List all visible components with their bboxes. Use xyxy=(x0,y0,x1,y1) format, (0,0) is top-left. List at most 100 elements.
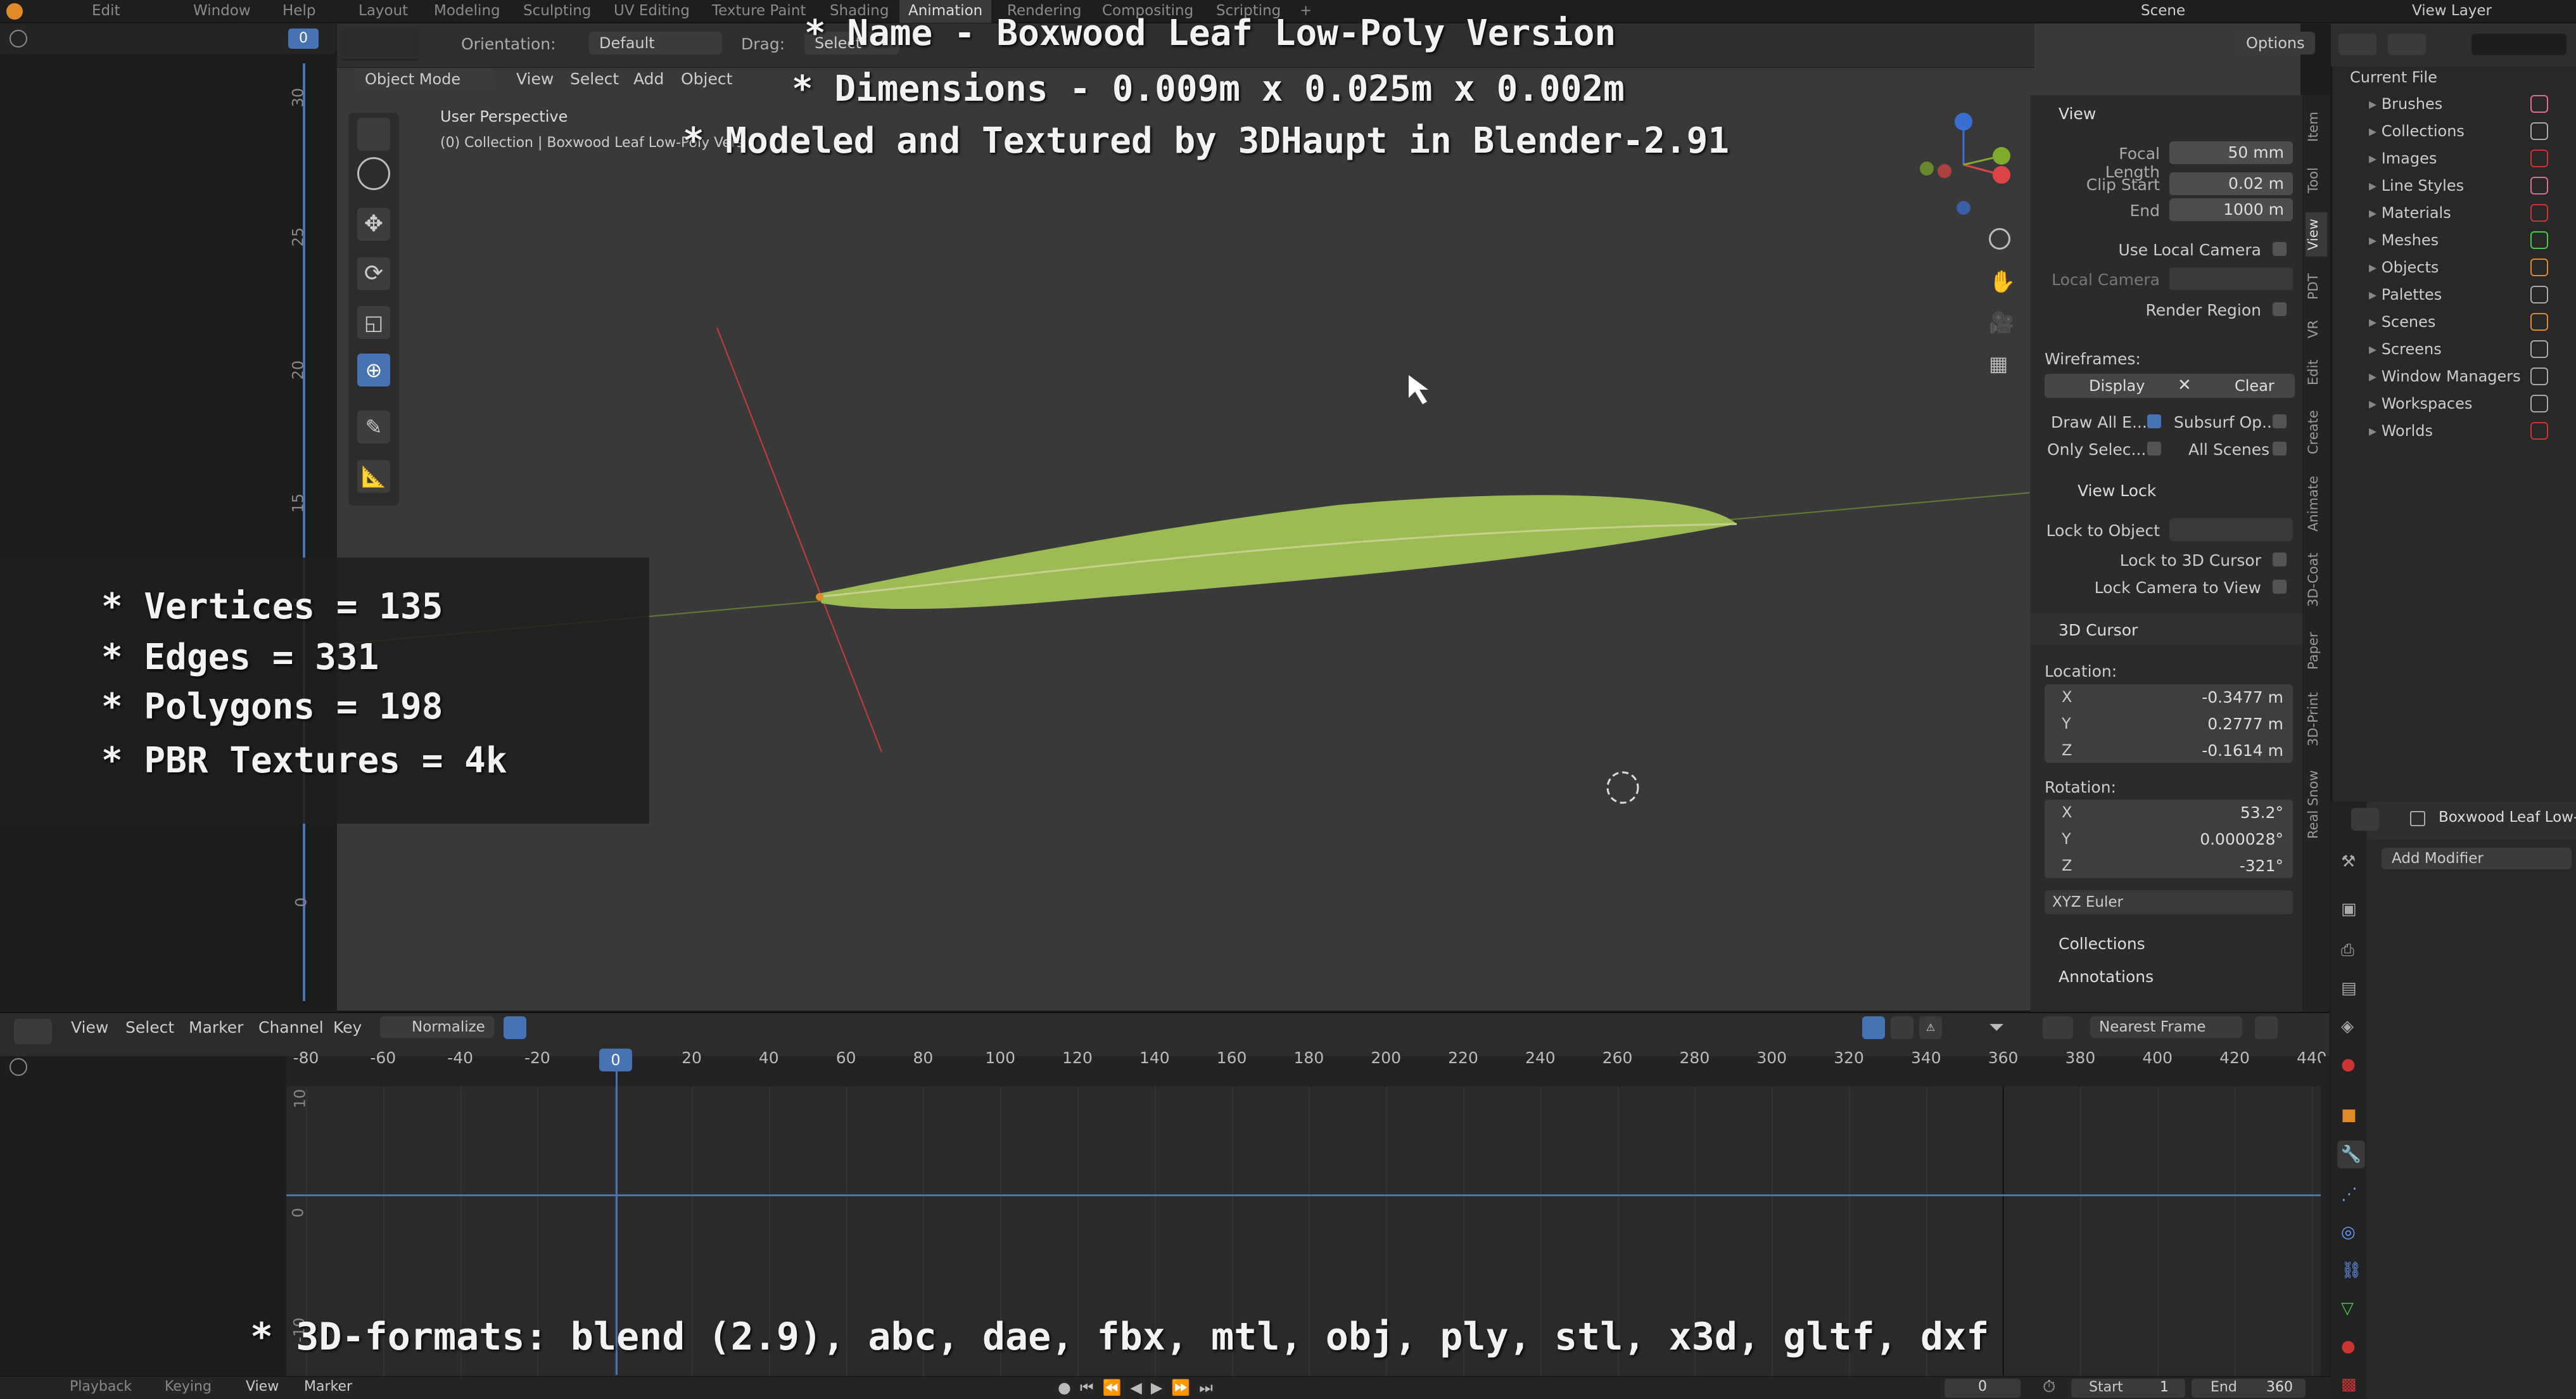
properties-object-name[interactable]: Boxwood Leaf Low-Poly xyxy=(2439,809,2576,826)
proportional-edit-icon[interactable] xyxy=(2255,1016,2278,1039)
tab-vr[interactable]: VR xyxy=(2306,317,2327,342)
add-modifier-dropdown[interactable]: Add Modifier xyxy=(2382,848,2572,869)
outliner-item[interactable]: ▸ Window Managers xyxy=(2369,367,2521,385)
location-x-field[interactable]: -0.3477 m xyxy=(2166,688,2283,706)
clear-button[interactable]: Clear xyxy=(2235,377,2275,395)
outliner-item[interactable]: ▸ Images xyxy=(2369,150,2437,167)
graph-menu-marker[interactable]: Marker xyxy=(189,1018,243,1037)
outliner-search-input[interactable] xyxy=(2471,34,2566,55)
stopwatch-icon[interactable]: ⏱ xyxy=(2043,1377,2055,1397)
constraints-tab-icon[interactable]: ⛓ xyxy=(2341,1261,2362,1280)
perspective-toggle-icon[interactable]: ▦ xyxy=(1989,352,2008,376)
outliner-item[interactable]: ▸ Meshes xyxy=(2369,231,2439,249)
rotation-y-field[interactable]: 0.000028° xyxy=(2166,830,2283,848)
menu-help[interactable]: Help xyxy=(282,3,315,19)
tab-sculpting[interactable]: Sculpting xyxy=(523,3,591,19)
playback-controls[interactable]: ●⏮⏪◀▶⏩⏭ xyxy=(1058,1379,1222,1396)
outliner-item[interactable]: ▸ Materials xyxy=(2369,204,2451,222)
outliner-item[interactable]: ▸ Collections xyxy=(2369,122,2465,140)
render-tab-icon[interactable]: ▣ xyxy=(2341,900,2357,919)
outliner-item[interactable]: ▸ Workspaces xyxy=(2369,395,2472,412)
view-layer-selector[interactable]: View Layer xyxy=(2412,3,2492,19)
blender-logo-icon[interactable] xyxy=(6,3,23,20)
keying-menu[interactable]: Keying xyxy=(165,1379,212,1395)
expand-arrow-icon[interactable]: ▸ xyxy=(2369,340,2382,358)
output-tab-icon[interactable]: ⎙ xyxy=(2341,941,2354,961)
tab-create[interactable]: Create xyxy=(2306,406,2327,459)
outliner-item[interactable]: ▸ Palettes xyxy=(2369,286,2442,303)
filter-button[interactable] xyxy=(2388,34,2426,55)
expand-arrow-icon[interactable]: ▸ xyxy=(2369,259,2382,276)
expand-arrow-icon[interactable]: ▸ xyxy=(2369,150,2382,167)
mesh-data-tab-icon[interactable]: ▽ xyxy=(2341,1299,2354,1318)
object-tab-icon[interactable]: ■ xyxy=(2341,1106,2357,1125)
graph-menu-select[interactable]: Select xyxy=(125,1018,174,1037)
expand-arrow-icon[interactable]: ▸ xyxy=(2369,204,2382,222)
properties-editor-type-button[interactable] xyxy=(2351,808,2379,831)
tab-animate[interactable]: Animate xyxy=(2306,472,2327,535)
tab-tool[interactable]: Tool xyxy=(2306,162,2327,200)
physics-tab-icon[interactable]: ◎ xyxy=(2341,1223,2356,1242)
tab-real-snow[interactable]: Real Snow xyxy=(2306,763,2327,846)
lock-to-object-field[interactable] xyxy=(2169,518,2293,541)
all-scenes-checkbox[interactable] xyxy=(2273,442,2287,456)
use-local-camera-checkbox[interactable] xyxy=(2273,242,2287,256)
display-mode-button[interactable] xyxy=(2338,34,2376,55)
scene-tab-icon[interactable]: ◈ xyxy=(2341,1017,2354,1036)
graph-editor-type-button[interactable] xyxy=(14,1019,52,1044)
current-frame-badge[interactable]: 0 xyxy=(288,29,319,49)
snap-mode-dropdown[interactable]: Nearest Frame xyxy=(2090,1016,2242,1038)
only-selected-checkbox[interactable] xyxy=(2147,442,2161,456)
status-frame-field[interactable]: 0 xyxy=(1945,1379,2021,1398)
expand-arrow-icon[interactable]: ▸ xyxy=(2369,395,2382,412)
status-marker-menu[interactable]: Marker xyxy=(304,1379,352,1395)
zoom-icon[interactable] xyxy=(1989,228,2010,250)
graph-scrollbar[interactable] xyxy=(2321,1056,2330,1376)
tab-view[interactable]: View xyxy=(2306,212,2327,257)
annotations-panel-header[interactable]: Annotations xyxy=(2059,968,2154,986)
end-frame-field[interactable]: End 360 xyxy=(2192,1379,2306,1398)
tab-3d-print[interactable]: 3D-Print xyxy=(2306,687,2327,751)
outliner-item[interactable]: ▸ Line Styles xyxy=(2369,177,2464,195)
view-lock-header[interactable]: View Lock xyxy=(2078,482,2156,500)
expand-arrow-icon[interactable]: ▸ xyxy=(2369,286,2382,303)
pan-hand-icon[interactable]: ✋ xyxy=(1989,269,2015,295)
outliner-item[interactable]: ▸ Screens xyxy=(2369,340,2442,358)
playback-menu[interactable]: Playback xyxy=(70,1379,132,1395)
lock-camera-checkbox[interactable] xyxy=(2273,580,2287,594)
rotation-mode-dropdown[interactable]: XYZ Euler xyxy=(2045,890,2293,914)
only-selected-filter-icon[interactable] xyxy=(1862,1016,1885,1039)
graph-menu-channel[interactable]: Channel xyxy=(258,1018,324,1037)
tab-item[interactable]: Item xyxy=(2306,108,2327,146)
draw-all-edges-checkbox[interactable] xyxy=(2147,414,2161,428)
outliner-item[interactable]: ▸ Scenes xyxy=(2369,313,2435,331)
playhead-frame-badge[interactable]: 0 xyxy=(599,1049,632,1071)
tab-edit[interactable]: Edit xyxy=(2306,355,2327,390)
clip-start-field[interactable]: 0.02 m xyxy=(2169,172,2293,195)
outliner-root[interactable]: Current File xyxy=(2350,68,2437,86)
graph-menu-key[interactable]: Key xyxy=(333,1018,362,1037)
expand-arrow-icon[interactable]: ▸ xyxy=(2369,95,2382,113)
particles-tab-icon[interactable]: ⋰ xyxy=(2341,1185,2357,1204)
expand-arrow-icon[interactable]: ▸ xyxy=(2369,367,2382,385)
modifier-tab-icon[interactable]: 🔧 xyxy=(2337,1140,2365,1168)
scene-selector[interactable]: Scene xyxy=(2141,3,2185,19)
status-view-menu[interactable]: View xyxy=(246,1379,279,1395)
outliner-item[interactable]: ▸ Worlds xyxy=(2369,422,2433,440)
location-y-field[interactable]: 0.2777 m xyxy=(2166,715,2283,733)
view-layer-tab-icon[interactable]: ▤ xyxy=(2341,979,2357,998)
normalize-toggle[interactable]: Normalize xyxy=(380,1016,494,1038)
expand-arrow-icon[interactable]: ▸ xyxy=(2369,231,2382,249)
expand-arrow-icon[interactable]: ▸ xyxy=(2369,313,2382,331)
menu-window[interactable]: Window xyxy=(193,3,251,19)
graph-menu-view[interactable]: View xyxy=(71,1018,108,1037)
options-dropdown[interactable]: Options xyxy=(2236,32,2315,54)
display-button[interactable]: Display xyxy=(2089,377,2145,395)
search-icon[interactable] xyxy=(10,30,27,48)
warning-icon[interactable]: ⚠ xyxy=(1919,1016,1942,1039)
search-icon[interactable] xyxy=(10,1058,27,1076)
tab-layout[interactable]: Layout xyxy=(358,3,408,19)
pivot-icon[interactable] xyxy=(2043,1016,2073,1039)
tool-tab-icon[interactable]: ⚒ xyxy=(2341,852,2356,871)
auto-normalize-icon[interactable] xyxy=(504,1016,526,1039)
